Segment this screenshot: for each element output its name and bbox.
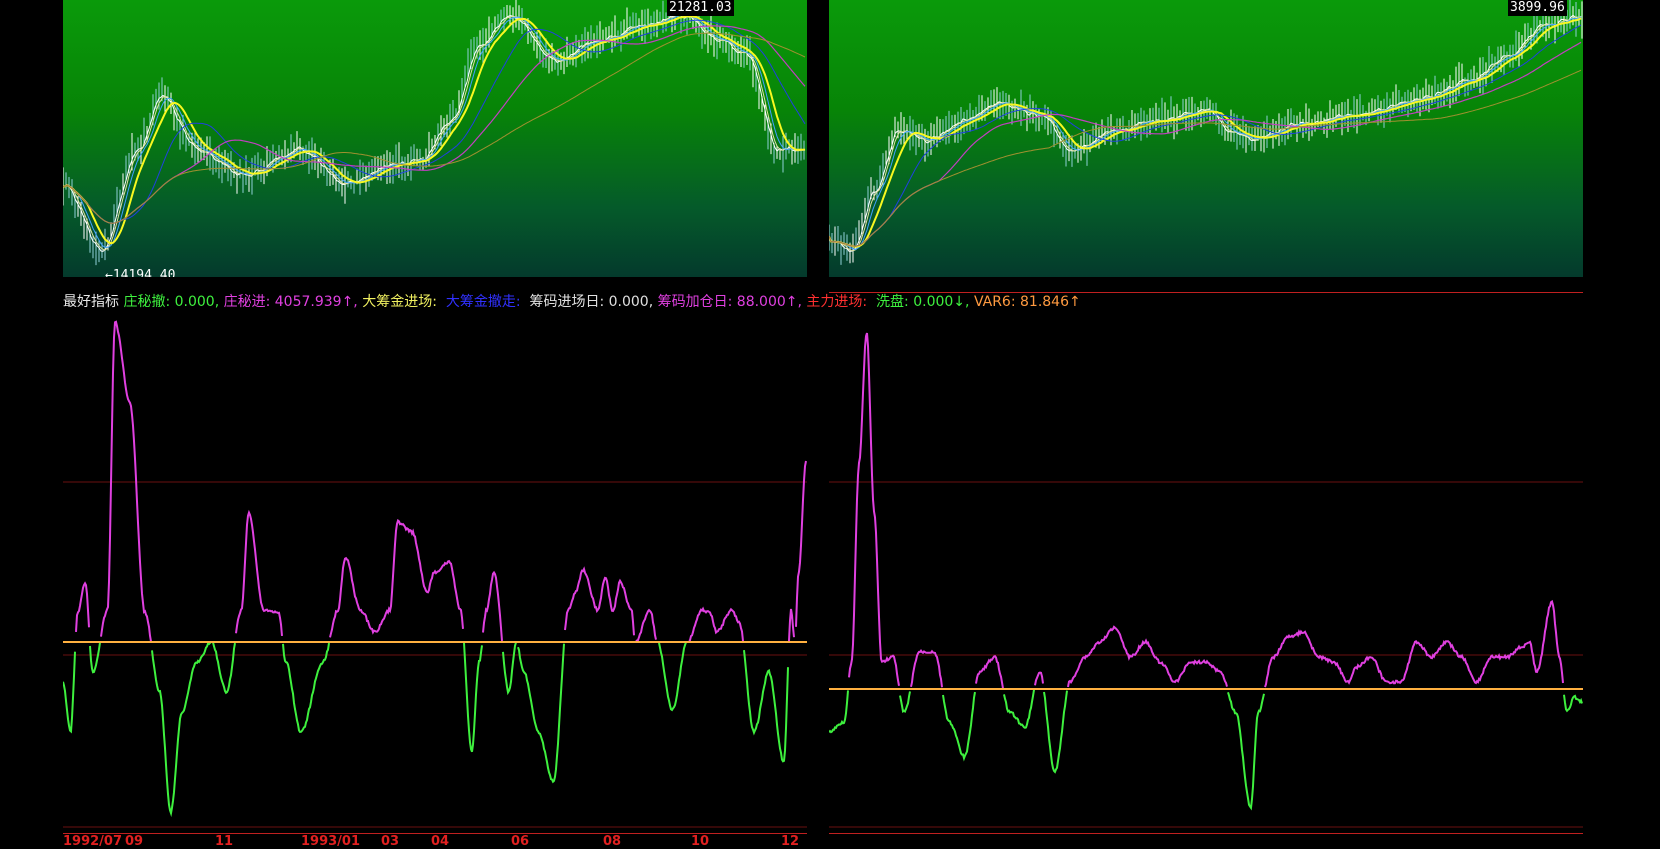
date-label: 12 [781,834,800,849]
indicator-item-7: 洗盘: 0.000↓, [876,294,970,310]
date-label: 10 [691,834,710,849]
date-label: 04 [431,834,450,849]
indicator-title-bar: 最好指标 庄秘撤: 0.000, 庄秘进: 4057.939↑, 大筹金进场: … [63,292,1563,312]
left-low-label: ←14194.40 [105,268,176,277]
date-label: 1993/01 [301,834,361,849]
date-label: 06 [511,834,530,849]
moving-average-line [63,12,806,252]
date-label: 09 [125,834,144,849]
date-label: 11 [215,834,234,849]
indicator-item-1: 庄秘进: 4057.939↑, [223,294,358,310]
indicator-item-3: 大筹金撤走: [445,294,526,310]
indicator-item-2: 大筹金进场: [362,294,442,310]
date-label: 08 [603,834,622,849]
indicator-item-0: 庄秘撤: 0.000, [123,294,220,310]
moving-average-line [63,13,806,251]
moving-average-line [829,14,1582,252]
moving-average-line [829,69,1582,247]
right-high-label: 3899.96 [1508,0,1567,16]
indicator-item-5: 筹码加仓日: 88.000↑, [657,294,802,310]
date-axis: 1992/07 09 11 1993/01 03 04 06 08 10 12 [63,834,807,849]
right-indicator-chart[interactable] [829,312,1583,830]
date-label: 03 [381,834,400,849]
indicator-up-line [848,332,1564,689]
indicator-item-8: VAR6: 81.846↑ [973,294,1081,310]
left-price-chart[interactable]: 21281.03 ←14194.40 [63,0,807,277]
left-indicator-chart[interactable] [63,312,807,830]
moving-average-line [829,41,1582,247]
right-date-axis-line [829,833,1583,834]
indicator-item-6: 主力进场: [806,294,872,310]
date-label: 1992/07 [63,834,123,849]
indicator-down-line [829,689,1583,811]
indicator-down-line [63,642,795,813]
right-price-plot [829,0,1583,265]
left-high-label: 21281.03 [667,0,734,16]
right-indicator-plot [829,332,1583,828]
left-indicator-plot [63,320,807,828]
right-price-chart[interactable]: 3899.96 [829,0,1583,277]
left-price-plot [63,0,806,266]
moving-average-line [829,17,1582,248]
moving-average-line [63,14,806,248]
indicator-name[interactable]: 最好指标 [63,294,119,310]
indicator-item-4: 筹码进场日: 0.000, [529,294,654,310]
